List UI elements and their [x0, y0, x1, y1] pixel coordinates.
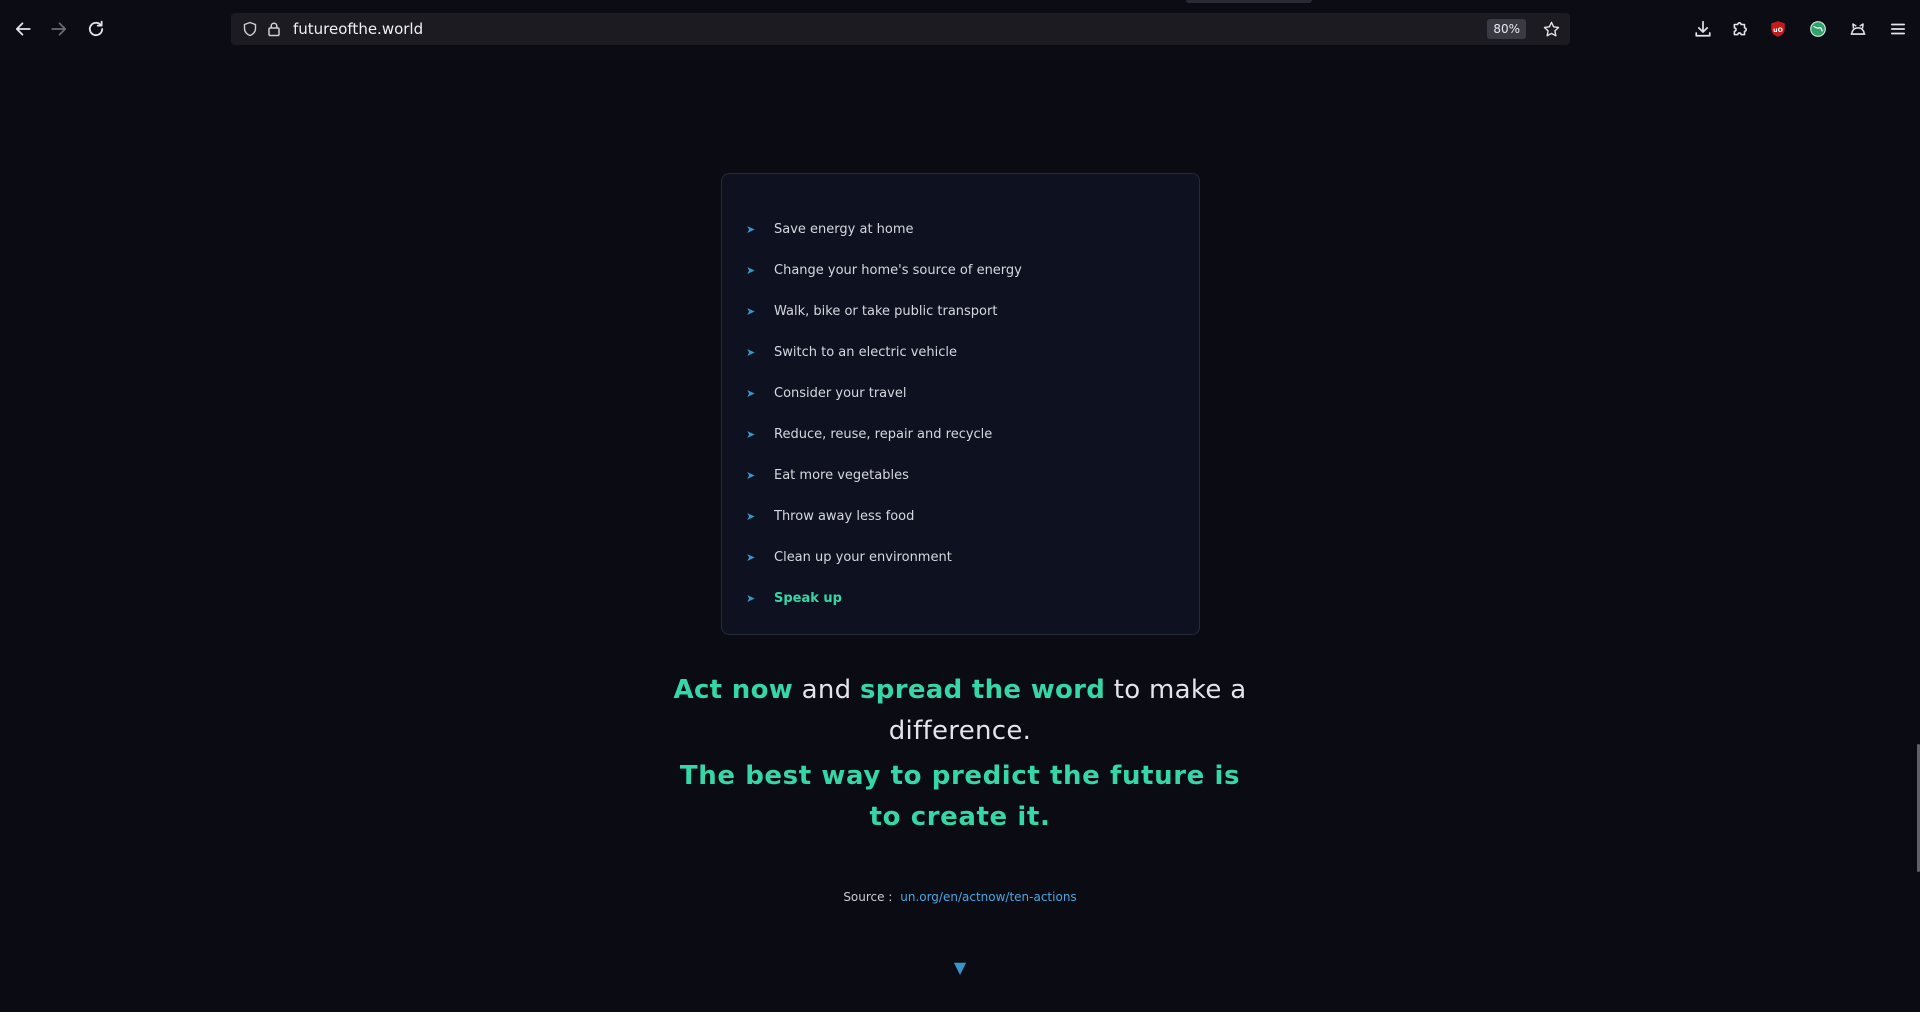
arrow-bullet-icon: ➤: [746, 223, 756, 236]
arrow-bullet-icon: ➤: [746, 264, 756, 277]
shield-icon[interactable]: [241, 20, 259, 38]
arrow-bullet-icon: ➤: [746, 469, 756, 482]
reload-button[interactable]: [81, 14, 111, 44]
action-item: ➤ Consider your travel: [746, 386, 907, 401]
arrow-bullet-icon: ➤: [746, 551, 756, 564]
action-item: ➤ Reduce, reuse, repair and recycle: [746, 427, 993, 442]
globe-extension-icon: [1810, 21, 1826, 37]
motto-text: The best way to predict the future is to…: [679, 761, 1241, 832]
star-icon: [1543, 21, 1559, 36]
scroll-down-arrow-icon[interactable]: ▼: [952, 960, 968, 976]
arrow-right-icon: [51, 22, 67, 36]
source-link[interactable]: un.org/en/actnow/ten-actions: [900, 890, 1076, 904]
tab-strip-hint: [1186, 0, 1312, 3]
ublock-origin-button[interactable]: uO: [1763, 14, 1793, 44]
hamburger-menu-icon: [1890, 23, 1906, 35]
action-item: ➤ Change your home's source of energy: [746, 263, 1022, 278]
app-menu-button[interactable]: [1883, 14, 1913, 44]
action-list: ➤ Save energy at home ➤ Change your home's…: [746, 209, 1022, 619]
spread-the-word-text: spread the word: [860, 675, 1106, 705]
source-label: Source :: [843, 890, 893, 904]
bookmark-star-button[interactable]: [1540, 18, 1562, 40]
action-item-speak-up: ➤ Speak up: [746, 591, 842, 606]
extensions-button[interactable]: [1725, 14, 1755, 44]
url-text[interactable]: futureofthe.world: [293, 20, 423, 38]
arrow-bullet-icon: ➤: [746, 510, 756, 523]
forward-button[interactable]: [44, 14, 74, 44]
action-item: ➤ Switch to an electric vehicle: [746, 345, 958, 360]
action-item: ➤ Eat more vegetables: [746, 468, 909, 483]
globe-extension-button[interactable]: [1803, 14, 1833, 44]
action-item: ➤ Save energy at home: [746, 222, 914, 237]
action-item: ➤ Throw away less food: [746, 509, 915, 524]
action-item: ➤ Clean up your environment: [746, 550, 952, 565]
cat-extension-icon: [1850, 23, 1866, 35]
arrow-left-icon: [15, 22, 31, 36]
address-bar[interactable]: futureofthe.world 80%: [231, 13, 1570, 45]
action-item: ➤ Walk, bike or take public transport: [746, 304, 998, 319]
arrow-bullet-icon: ➤: [746, 428, 756, 441]
arrow-bullet-icon: ➤: [746, 305, 756, 318]
lock-icon[interactable]: [265, 20, 283, 38]
arrow-bullet-icon: ➤: [746, 346, 756, 359]
arrow-bullet-icon: ➤: [746, 592, 756, 605]
reload-icon: [88, 20, 104, 37]
downloads-button[interactable]: [1688, 14, 1718, 44]
source-line: Source : un.org/en/actnow/ten-actions: [660, 890, 1260, 904]
ublock-origin-icon: uO: [1771, 21, 1785, 37]
cat-extension-button[interactable]: [1843, 14, 1873, 44]
call-to-action-text: Act now and spread the word to make a di…: [673, 675, 1247, 746]
arrow-bullet-icon: ➤: [746, 387, 756, 400]
browser-toolbar: futureofthe.world 80% uO: [0, 0, 1920, 58]
download-icon: [1695, 20, 1711, 37]
act-now-text: Act now: [673, 675, 794, 705]
zoom-level-badge[interactable]: 80%: [1487, 19, 1526, 39]
puzzle-icon: [1733, 22, 1747, 36]
back-button[interactable]: [8, 14, 38, 44]
svg-text:uO: uO: [1773, 27, 1783, 34]
ten-actions-card: ➤ Save energy at home ➤ Change your home's…: [721, 173, 1200, 635]
